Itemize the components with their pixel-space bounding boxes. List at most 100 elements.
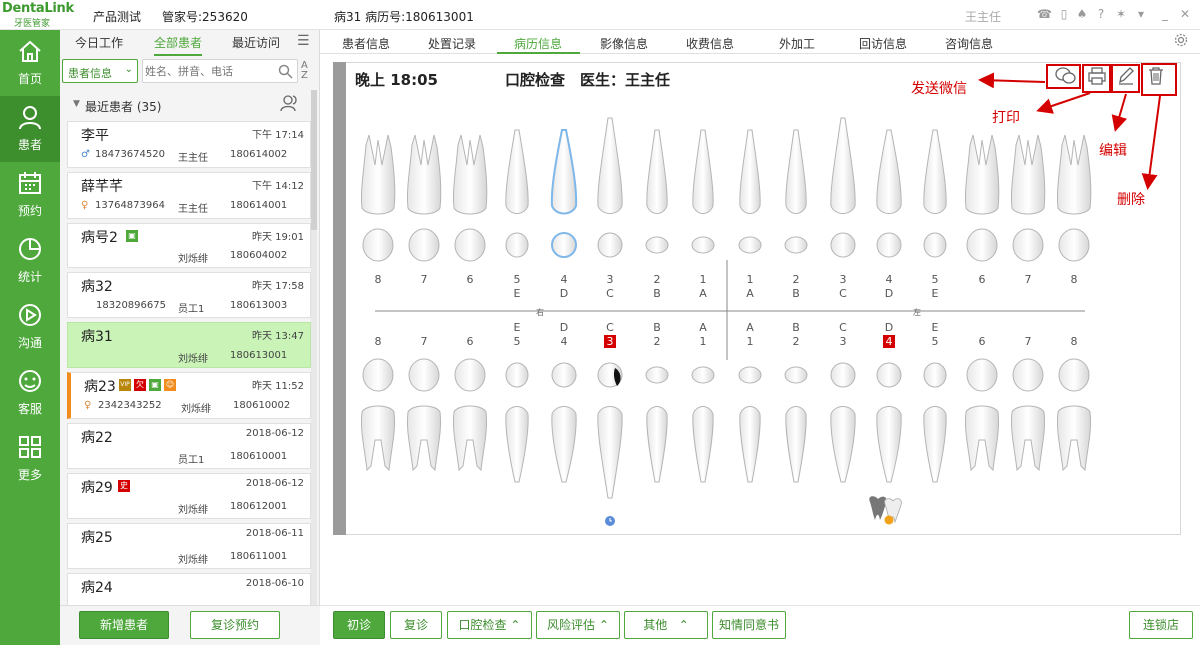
lower-tooth[interactable] xyxy=(407,405,441,472)
lower-occlusal-tooth[interactable] xyxy=(784,366,808,384)
tooth-number[interactable]: 1 xyxy=(740,335,760,348)
upper-tooth[interactable] xyxy=(965,134,1000,215)
upper-tooth[interactable] xyxy=(876,129,902,214)
tooth-number[interactable]: D xyxy=(554,321,574,334)
tooth-number[interactable]: A xyxy=(740,287,760,300)
lower-occlusal-tooth[interactable] xyxy=(505,362,529,388)
upper-tooth[interactable] xyxy=(361,134,396,215)
consent-form-button[interactable]: 知情同意书 xyxy=(712,611,786,639)
tooth-number[interactable]: 5 xyxy=(925,273,945,286)
upper-occlusal-tooth[interactable] xyxy=(830,232,856,258)
tooth-number[interactable]: 7 xyxy=(1018,273,1038,286)
lower-tooth[interactable] xyxy=(361,405,395,472)
tooth-number[interactable]: 3 xyxy=(833,273,853,286)
lower-tooth[interactable] xyxy=(923,406,947,483)
dropdown-icon[interactable]: ▾ xyxy=(1134,7,1148,21)
patient-card[interactable]: 病号2 ▣ 昨天 19:01 刘烁绯 180604002 xyxy=(67,223,311,268)
upper-occlusal-tooth[interactable] xyxy=(738,236,762,254)
lower-tooth[interactable] xyxy=(551,406,577,483)
tooth-number[interactable]: 3 xyxy=(833,335,853,348)
nav-item-support[interactable]: 客服 xyxy=(0,360,60,426)
upper-occlusal-tooth[interactable] xyxy=(1012,228,1044,262)
tab-medical-records[interactable]: 病历信息 xyxy=(514,35,562,52)
nav-item-stats[interactable]: 统计 xyxy=(0,228,60,294)
upper-occlusal-tooth[interactable] xyxy=(597,232,623,258)
upper-tooth[interactable] xyxy=(830,117,856,214)
revisit-button[interactable]: 复诊 xyxy=(390,611,442,639)
tooth-number[interactable]: 1 xyxy=(740,273,760,286)
upper-occlusal-tooth[interactable] xyxy=(876,232,902,258)
upper-occlusal-tooth[interactable] xyxy=(362,228,394,262)
sort-az-icon[interactable]: AZ xyxy=(301,61,313,81)
list-scrollbar-thumb[interactable] xyxy=(311,90,317,230)
tooth-number[interactable]: 2 xyxy=(647,335,667,348)
tooth-number[interactable]: 1 xyxy=(693,335,713,348)
tab-recent-visits[interactable]: 最近访问 xyxy=(232,34,280,56)
filter-select[interactable]: 患者信息 ⌄ xyxy=(62,59,138,83)
patient-card[interactable]: 病22 2018-06-12 员工1 180610001 xyxy=(67,423,311,469)
lower-tooth[interactable] xyxy=(597,406,623,499)
add-patient-button[interactable]: 新增患者 xyxy=(79,611,169,639)
tooth-number[interactable]: A xyxy=(740,321,760,334)
tooth-number[interactable]: 2 xyxy=(786,335,806,348)
upper-occlusal-tooth[interactable] xyxy=(691,236,715,254)
upper-occlusal-tooth[interactable] xyxy=(784,236,808,254)
tab-all-patients[interactable]: 全部患者 xyxy=(154,34,203,56)
patient-card[interactable]: 病24 2018-06-10 xyxy=(67,573,311,605)
upper-occlusal-tooth[interactable] xyxy=(454,228,486,262)
tooth-number[interactable]: C xyxy=(600,321,620,334)
tab-treatment-records[interactable]: 处置记录 xyxy=(428,35,476,52)
tooth-number[interactable]: 4 xyxy=(879,335,899,348)
tooth-number[interactable]: 3 xyxy=(600,335,620,348)
tooth-number[interactable]: B xyxy=(647,321,667,334)
upper-tooth[interactable] xyxy=(505,129,529,214)
nav-item-home[interactable]: 首页 xyxy=(0,30,60,96)
tooth-number[interactable]: A xyxy=(693,287,713,300)
revisit-appointment-button[interactable]: 复诊预约 xyxy=(190,611,280,639)
tab-imaging[interactable]: 影像信息 xyxy=(600,35,648,52)
tab-billing[interactable]: 收费信息 xyxy=(686,35,734,52)
nav-item-communication[interactable]: 沟通 xyxy=(0,294,60,360)
tooth-status-icon[interactable] xyxy=(869,496,887,520)
user-name[interactable]: 王主任 xyxy=(965,8,1001,25)
tooth-number[interactable]: 8 xyxy=(1064,273,1084,286)
nav-item-appointments[interactable]: 预约 xyxy=(0,162,60,228)
lower-tooth[interactable] xyxy=(453,405,487,472)
upper-tooth[interactable] xyxy=(1057,134,1092,215)
caret-down-icon[interactable]: ▼ xyxy=(73,99,80,109)
lower-occlusal-tooth[interactable] xyxy=(691,366,715,384)
upper-occlusal-tooth[interactable] xyxy=(645,236,669,254)
upper-tooth[interactable] xyxy=(407,134,442,215)
tooth-number[interactable]: 2 xyxy=(647,273,667,286)
other-dropdown-button[interactable]: 其他 ⌃ xyxy=(624,611,708,639)
upper-occlusal-tooth[interactable] xyxy=(408,228,440,262)
tooth-number[interactable]: 3 xyxy=(600,273,620,286)
tooth-number[interactable]: 6 xyxy=(460,273,480,286)
lower-occlusal-tooth[interactable] xyxy=(1058,358,1090,392)
tooth-number[interactable]: 5 xyxy=(507,273,527,286)
tab-patient-info[interactable]: 患者信息 xyxy=(342,35,390,52)
upper-tooth[interactable] xyxy=(1011,134,1046,215)
lower-tooth[interactable] xyxy=(965,405,999,472)
bell-icon[interactable]: ♠ xyxy=(1075,7,1089,21)
upper-tooth[interactable] xyxy=(739,129,761,214)
tooth-number[interactable]: 4 xyxy=(554,335,574,348)
patient-card[interactable]: 薛芊芊 下午 14:12 ♀ 13764873964 王主任 180614001 xyxy=(67,172,311,219)
lower-tooth[interactable] xyxy=(739,406,761,483)
help-icon[interactable]: ? xyxy=(1094,7,1108,21)
lower-tooth[interactable] xyxy=(646,406,668,483)
lower-occlusal-tooth[interactable] xyxy=(1012,358,1044,392)
lower-tooth[interactable] xyxy=(505,406,529,483)
settings-gear-icon[interactable] xyxy=(1173,32,1189,48)
lower-tooth[interactable] xyxy=(876,406,902,483)
phone-icon[interactable]: ☎ xyxy=(1037,7,1052,21)
upper-tooth[interactable] xyxy=(785,129,807,214)
first-visit-button[interactable]: 初诊 xyxy=(333,611,385,639)
tooth-number[interactable]: C xyxy=(833,287,853,300)
tooth-number[interactable]: C xyxy=(600,287,620,300)
tab-external-processing[interactable]: 外加工 xyxy=(779,35,815,52)
nav-item-more[interactable]: 更多 xyxy=(0,426,60,492)
lower-occlusal-tooth[interactable] xyxy=(408,358,440,392)
upper-tooth[interactable] xyxy=(692,129,714,214)
lower-occlusal-tooth[interactable] xyxy=(454,358,486,392)
